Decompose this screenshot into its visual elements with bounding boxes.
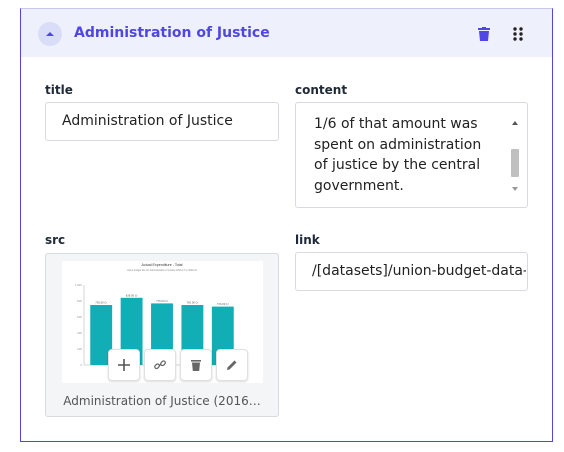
bar-data-label: 839.00 Cr xyxy=(126,294,138,297)
scroll-down-icon[interactable] xyxy=(511,185,519,193)
delete-block-button[interactable] xyxy=(476,25,492,43)
block-title: Administration of Justice xyxy=(74,25,270,41)
textarea-scrollbar[interactable] xyxy=(509,115,521,195)
block-header: Administration of Justice xyxy=(21,9,552,57)
y-tick-label: 400 xyxy=(77,331,82,335)
chart-subtitle: Union budget line for Administration of … xyxy=(127,269,198,272)
drag-handle[interactable] xyxy=(511,25,525,43)
scroll-up-icon[interactable] xyxy=(511,119,519,127)
bar-data-label: 750.00 Cr xyxy=(187,302,199,305)
y-tick-label: 800 xyxy=(77,299,82,303)
content-block-card: Administration of Justice title Administ… xyxy=(20,8,553,442)
link-input-value: /[datasets]/union-budget-data-l xyxy=(312,263,526,279)
title-input-value: Administration of Justice xyxy=(62,113,233,129)
collapse-button[interactable] xyxy=(38,22,62,46)
plus-icon xyxy=(118,359,130,371)
src-label: src xyxy=(45,233,66,247)
image-actions xyxy=(108,349,248,381)
title-label: title xyxy=(45,83,73,97)
link-input[interactable]: /[datasets]/union-budget-data-l xyxy=(295,252,528,291)
chart-title: Actual Expenditure - Total xyxy=(142,263,183,267)
trash-icon xyxy=(191,360,201,371)
title-input[interactable]: Administration of Justice xyxy=(45,102,279,141)
y-tick-label: 0 xyxy=(80,363,82,367)
link-icon xyxy=(154,360,166,370)
y-tick-label: 200 xyxy=(77,347,82,351)
chart-thumbnail: Actual Expenditure - Total Union budget … xyxy=(62,261,263,383)
edit-image-button[interactable] xyxy=(216,349,248,381)
pencil-icon xyxy=(227,360,237,370)
content-textarea-value: 1/6 of that amount was spent on administ… xyxy=(314,116,486,194)
link-image-button[interactable] xyxy=(144,349,176,381)
image-picker[interactable]: Actual Expenditure - Total Union budget … xyxy=(45,253,279,417)
link-label: link xyxy=(295,233,320,247)
chevron-up-icon xyxy=(46,32,54,36)
remove-image-button[interactable] xyxy=(180,349,212,381)
add-image-button[interactable] xyxy=(108,349,140,381)
content-label: content xyxy=(295,83,348,97)
trash-icon xyxy=(478,27,490,41)
drag-handle-icon xyxy=(513,27,523,41)
bar-data-label: 730.00 Cr xyxy=(217,303,229,306)
bar-data-label: 750.00 Cr xyxy=(95,302,107,305)
bar-data-label: 770.00 Cr xyxy=(156,300,168,303)
y-tick-label: 1,000 xyxy=(75,283,83,287)
content-textarea[interactable]: 1/6 of that amount was spent on administ… xyxy=(295,102,528,208)
y-tick-label: 600 xyxy=(77,315,82,319)
scroll-thumb[interactable] xyxy=(511,149,519,177)
image-caption: Administration of Justice (2016… xyxy=(63,394,261,408)
